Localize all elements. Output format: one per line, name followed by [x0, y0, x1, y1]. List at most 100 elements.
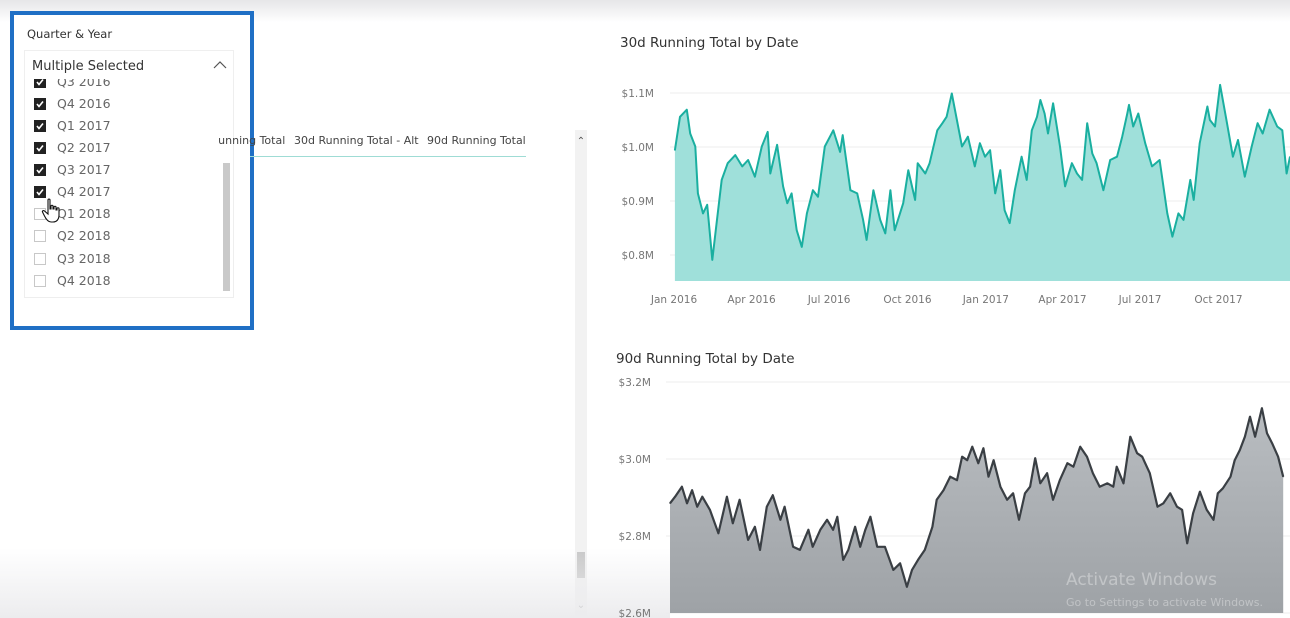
data-point — [1286, 172, 1288, 175]
data-point — [759, 549, 761, 551]
data-point — [779, 519, 782, 521]
data-point — [1212, 519, 1215, 521]
data-point — [1046, 472, 1048, 474]
data-point — [941, 122, 944, 124]
data-point — [951, 92, 953, 95]
data-point — [1206, 509, 1208, 511]
data-point — [1039, 482, 1041, 484]
data-point — [1232, 156, 1234, 158]
data-point — [1249, 416, 1251, 418]
data-point — [936, 499, 938, 501]
y-tick-label: $2.8M — [619, 531, 651, 543]
data-point — [1091, 152, 1093, 155]
data-point — [889, 189, 892, 191]
x-tick-label: Jan 2016 — [650, 294, 698, 306]
data-point — [754, 526, 756, 528]
data-point — [1181, 509, 1183, 511]
data-point — [994, 192, 996, 194]
data-point — [709, 509, 711, 511]
data-point — [689, 132, 691, 135]
data-point — [966, 459, 968, 461]
data-point — [732, 522, 734, 524]
data-point — [1071, 162, 1073, 164]
data-point — [1132, 125, 1134, 128]
data-point — [936, 129, 938, 131]
data-point — [849, 189, 852, 191]
data-point — [1034, 457, 1036, 459]
data-point — [1018, 519, 1020, 521]
data-point — [706, 204, 708, 206]
data-point — [1047, 132, 1049, 135]
data-point — [956, 119, 958, 121]
activate-windows-subtext: Go to Settings to activate Windows. — [1066, 596, 1264, 609]
data-point — [1144, 142, 1146, 144]
data-point — [741, 165, 743, 167]
data-point — [1271, 442, 1273, 444]
data-point — [806, 212, 808, 214]
data-point — [786, 202, 788, 204]
data-point — [924, 172, 926, 175]
data-point — [702, 212, 704, 214]
data-point — [801, 246, 803, 248]
data-point — [1096, 162, 1098, 164]
data-point — [761, 145, 763, 148]
data-point — [754, 176, 756, 178]
data-point — [979, 142, 981, 144]
data-point — [1214, 125, 1216, 128]
data-point — [1014, 189, 1016, 191]
data-point — [792, 546, 794, 548]
data-point — [1281, 129, 1283, 131]
data-point — [1193, 199, 1195, 201]
y-tick-label: $3.2M — [619, 377, 651, 389]
data-point — [769, 172, 771, 175]
data-point — [974, 165, 976, 167]
data-point — [694, 145, 696, 148]
data-point — [1136, 452, 1138, 454]
data-point — [1052, 102, 1054, 104]
data-point — [924, 549, 926, 551]
data-point — [914, 199, 916, 201]
data-point — [1244, 176, 1246, 178]
data-point — [907, 169, 909, 171]
data-point — [987, 476, 990, 478]
data-point — [984, 156, 986, 158]
data-point — [1251, 145, 1253, 148]
data-point — [1277, 456, 1279, 458]
data-point — [892, 569, 894, 571]
data-point — [1066, 462, 1068, 464]
data-point — [1261, 407, 1263, 409]
data-point — [999, 486, 1002, 488]
data-point — [799, 549, 801, 551]
x-tick-label: Oct 2017 — [1194, 294, 1242, 306]
data-point — [982, 447, 985, 449]
y-tick-label: $1.1M — [622, 88, 654, 100]
data-point — [711, 259, 713, 261]
data-point — [734, 154, 736, 156]
data-point — [961, 145, 963, 148]
data-point — [1226, 122, 1228, 124]
data-point — [993, 459, 995, 461]
data-point — [1206, 105, 1208, 108]
data-point — [917, 559, 919, 561]
data-point — [1064, 185, 1066, 187]
data-point — [1199, 491, 1201, 493]
data-point — [679, 116, 681, 118]
data-point — [812, 546, 814, 548]
data-point — [791, 192, 793, 194]
data-point — [1159, 159, 1161, 161]
data-point — [1081, 179, 1083, 181]
data-point — [772, 494, 774, 496]
data-point — [674, 496, 676, 498]
data-point — [696, 506, 698, 508]
series-area — [674, 84, 1290, 282]
data-point — [1182, 219, 1185, 221]
data-point — [971, 446, 973, 448]
data-point — [716, 222, 718, 224]
activate-windows-watermark: Activate Windows — [1066, 570, 1217, 590]
data-point — [767, 131, 769, 133]
data-point — [931, 526, 934, 528]
data-point — [1006, 499, 1008, 501]
data-point — [884, 232, 886, 234]
data-point — [1141, 456, 1143, 458]
data-point — [1076, 172, 1078, 175]
